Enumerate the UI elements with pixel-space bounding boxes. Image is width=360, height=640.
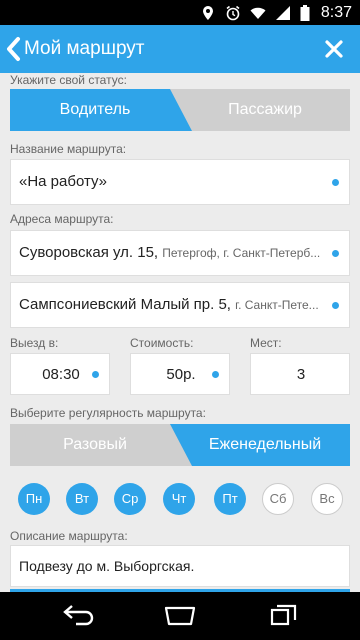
- cost-label: Стоимость:: [130, 336, 194, 350]
- address-to-main: Сампсониевский Малый пр. 5,: [19, 296, 231, 313]
- address-field-from[interactable]: Суворовская ул. 15, Петергоф, г. Санкт-П…: [10, 230, 350, 276]
- regularity-label: Выберите регулярность маршрута:: [10, 406, 206, 420]
- description-field[interactable]: Подвезу до м. Выборгская.: [10, 545, 350, 587]
- location-icon: [202, 5, 213, 20]
- regularity-option-weekly[interactable]: Еженедельный: [180, 424, 350, 466]
- regularity-option-once[interactable]: Разовый: [10, 424, 180, 466]
- day-thu[interactable]: Чт: [163, 483, 195, 515]
- seats-label: Мест:: [250, 336, 282, 350]
- departure-time-field[interactable]: 08:30: [10, 353, 110, 395]
- back-arrow-icon[interactable]: [4, 35, 22, 63]
- navigation-bar: [0, 592, 360, 640]
- regularity-toggle: Разовый Еженедельный: [10, 424, 350, 466]
- wifi-icon: [250, 7, 266, 19]
- route-name-value: «На работу»: [19, 173, 108, 190]
- battery-icon: [300, 4, 310, 21]
- address-from-detail: Петергоф, г. Санкт-Петерб...: [162, 246, 321, 260]
- status-option-passenger[interactable]: Пассажир: [180, 89, 350, 131]
- address-to-value: Сампсониевский Малый пр. 5, г. Санкт-Пет…: [19, 283, 319, 327]
- clock: 8:37: [320, 3, 352, 21]
- day-mon[interactable]: Пн: [18, 483, 50, 515]
- route-name-field[interactable]: «На работу»: [10, 159, 350, 205]
- status-bar: 8:37: [0, 0, 360, 25]
- address-from-indicator: [332, 250, 339, 257]
- departure-label: Выезд в:: [10, 336, 59, 350]
- recents-nav-icon[interactable]: [270, 604, 298, 628]
- day-fri[interactable]: Пт: [214, 483, 246, 515]
- close-icon[interactable]: [324, 39, 344, 59]
- app-bar: Мой маршрут: [0, 25, 360, 73]
- addresses-label: Адреса маршрута:: [10, 212, 114, 226]
- signal-icon: [275, 5, 290, 20]
- page-title: Мой маршрут: [24, 38, 145, 59]
- address-from-main: Суворовская ул. 15,: [19, 244, 159, 261]
- status-toggle: Водитель Пассажир: [10, 89, 350, 131]
- description-value: Подвезу до м. Выборгская.: [19, 558, 195, 574]
- day-wed[interactable]: Ср: [114, 483, 146, 515]
- address-to-detail: г. Санкт-Пете...: [235, 298, 319, 312]
- back-nav-icon[interactable]: [60, 604, 96, 628]
- address-from-value: Суворовская ул. 15, Петергоф, г. Санкт-П…: [19, 231, 320, 275]
- route-name-label: Название маршрута:: [10, 142, 127, 156]
- status-option-driver[interactable]: Водитель: [10, 89, 180, 131]
- day-tue[interactable]: Вт: [66, 483, 98, 515]
- home-nav-icon[interactable]: [160, 604, 200, 628]
- cost-indicator: [212, 371, 219, 378]
- address-to-indicator: [332, 302, 339, 309]
- description-label: Описание маршрута:: [10, 529, 128, 543]
- alarm-icon: [226, 5, 240, 20]
- day-sat[interactable]: Сб: [262, 483, 294, 515]
- departure-indicator: [92, 371, 99, 378]
- cost-field[interactable]: 50р.: [130, 353, 230, 395]
- seats-field[interactable]: 3: [250, 353, 350, 395]
- seats-value: 3: [296, 366, 306, 383]
- status-label: Укажите свой статус:: [10, 73, 127, 87]
- day-sun[interactable]: Вс: [311, 483, 343, 515]
- address-field-to[interactable]: Сампсониевский Малый пр. 5, г. Санкт-Пет…: [10, 282, 350, 328]
- route-name-indicator: [332, 179, 339, 186]
